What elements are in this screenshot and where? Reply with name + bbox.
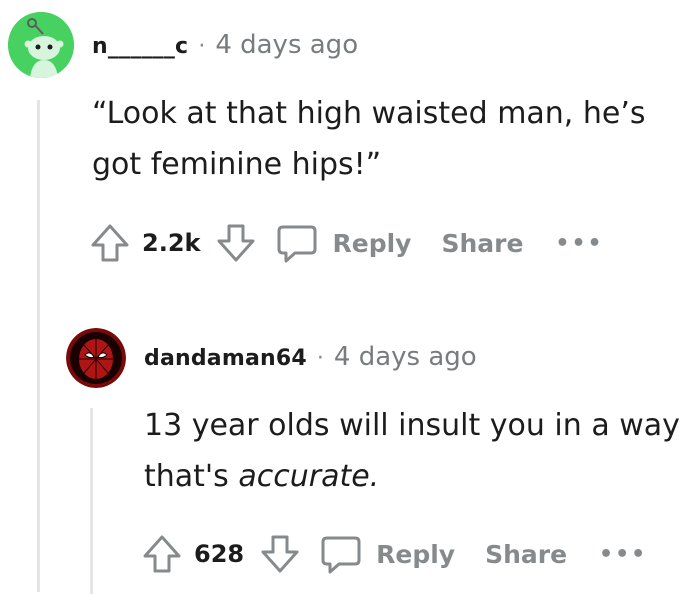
comment-icon (318, 532, 364, 576)
spiderman-avatar-icon[interactable] (66, 328, 126, 388)
reply-button[interactable]: Reply (318, 532, 455, 576)
thread-line-root[interactable] (37, 100, 40, 592)
comment-body-line: “Look at that high waisted man, he’s (92, 96, 646, 131)
downvote-icon[interactable] (214, 221, 258, 265)
comment-meta: dandaman64 · 4 days ago (144, 342, 477, 372)
comment-body-text: that's (144, 459, 239, 494)
reply-label[interactable]: Reply (376, 540, 455, 569)
vote-score: 2.2k (142, 229, 201, 257)
comment-body-line: that's accurate. (144, 451, 680, 502)
reply-label[interactable]: Reply (332, 229, 411, 258)
comment-meta: n______c · 4 days ago (92, 30, 358, 60)
share-button[interactable]: Share (485, 540, 567, 569)
username-link[interactable]: n______c (92, 34, 188, 59)
downvote-icon[interactable] (258, 532, 302, 576)
vote-score: 628 (194, 540, 245, 568)
comment-action-bar: 2.2k Reply Share ••• (88, 218, 604, 268)
upvote-icon[interactable] (140, 532, 184, 576)
username-link[interactable]: dandaman64 (144, 346, 307, 371)
timestamp-link[interactable]: 4 days ago (215, 30, 358, 60)
comment-body-emphasis: accurate. (238, 459, 380, 494)
timestamp-link[interactable]: 4 days ago (334, 342, 477, 372)
thread-line-reply[interactable] (90, 408, 93, 594)
comment-icon (274, 221, 320, 265)
share-button[interactable]: Share (441, 229, 523, 258)
comment-body: “Look at that high waisted man, he’s got… (92, 88, 646, 190)
snoo-avatar-icon[interactable] (8, 12, 74, 78)
meta-separator: · (198, 34, 206, 59)
reply-button[interactable]: Reply (274, 221, 411, 265)
comment-body-line: 13 year olds will insult you in a way (144, 408, 680, 443)
comment-body-line: got feminine hips!” (92, 147, 382, 182)
meta-separator: · (316, 346, 324, 371)
comment-action-bar: 628 Reply Share ••• (140, 529, 647, 579)
more-options-button[interactable]: ••• (555, 231, 603, 256)
comment-body: 13 year olds will insult you in a way th… (144, 400, 680, 502)
more-options-button[interactable]: ••• (599, 542, 647, 567)
upvote-icon[interactable] (88, 221, 132, 265)
